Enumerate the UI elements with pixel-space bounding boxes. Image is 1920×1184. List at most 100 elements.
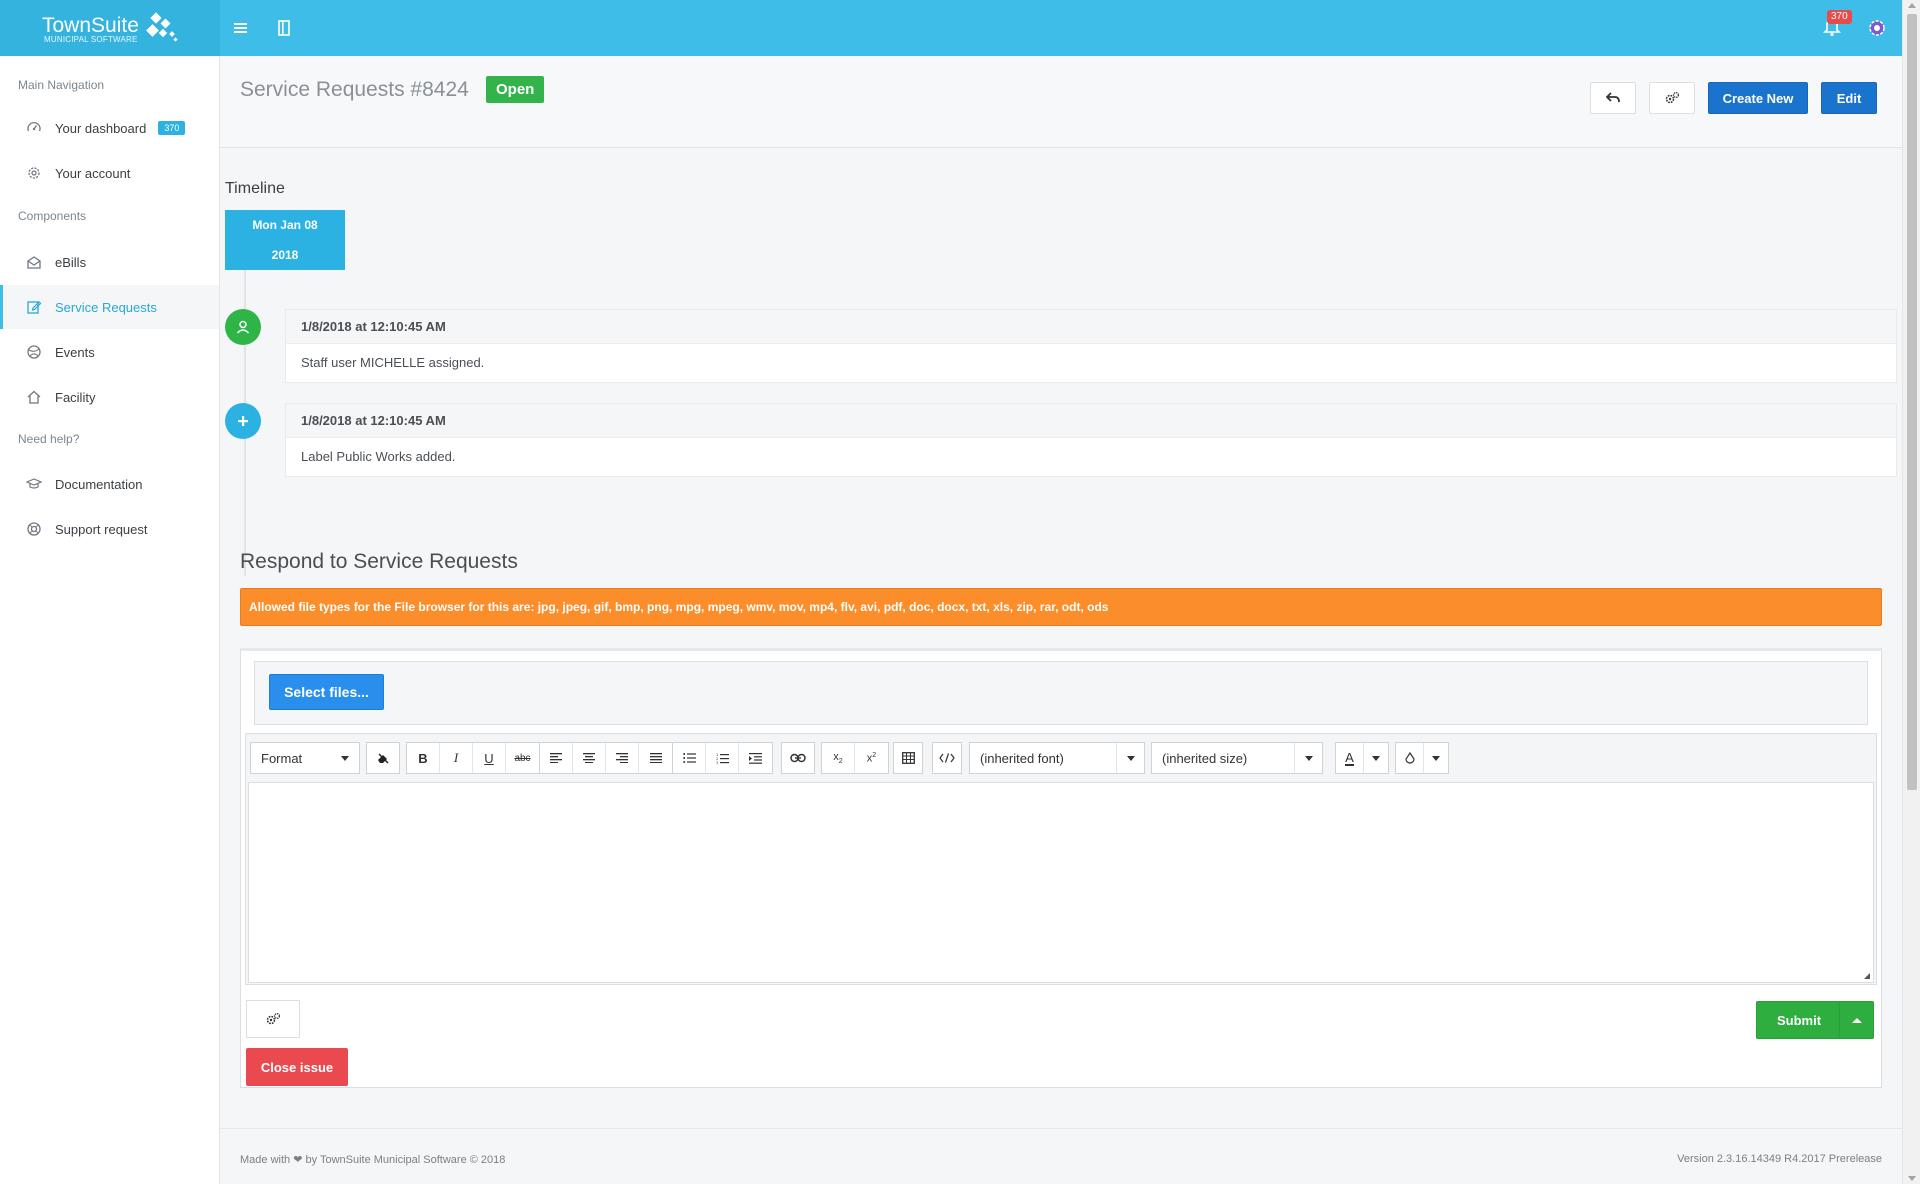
align-justify-icon[interactable] [639, 743, 672, 773]
create-new-button[interactable]: Create New [1708, 82, 1808, 114]
sidebar-item-documentation[interactable]: Documentation [0, 462, 219, 506]
resize-handle-icon[interactable] [1864, 973, 1870, 979]
hamburger-menu-icon[interactable] [233, 17, 249, 39]
timeline-date-line2: 2018 [271, 248, 299, 262]
page-scrollbar[interactable] [1902, 0, 1920, 1184]
sidebar-item-label: Service Requests [55, 299, 157, 315]
font-size-dropdown-label: (inherited size) [1162, 750, 1248, 766]
back-button[interactable] [1590, 82, 1636, 114]
superscript-icon[interactable]: x2 [855, 743, 888, 773]
bold-icon[interactable]: B [407, 743, 440, 773]
bulleted-list-icon[interactable] [673, 743, 706, 773]
dashboard-count-badge: 370 [158, 121, 186, 135]
font-color-icon[interactable]: A [1336, 743, 1364, 773]
timeline-entry-text: Label Public Works added. [301, 449, 456, 464]
timeline-entry-time: 1/8/2018 at 12:10:45 AM [286, 310, 1896, 344]
italic-icon[interactable]: I [440, 743, 473, 773]
view-html-button[interactable] [932, 742, 962, 774]
reply-arrow-icon [1606, 92, 1620, 103]
clear-formatting-button[interactable] [366, 742, 400, 774]
timeline-dot-user [225, 309, 261, 345]
paint-drop-icon[interactable] [1396, 743, 1424, 773]
sidebar-item-ebills[interactable]: eBills [0, 240, 219, 284]
sidebar-item-support[interactable]: Support request [0, 507, 219, 551]
insert-link-button[interactable] [781, 742, 815, 774]
numbered-list-icon[interactable]: 123 [706, 743, 739, 773]
timeline-entry: 1/8/2018 at 12:10:45 AM Staff user MICHE… [285, 309, 1897, 383]
cogs-icon [266, 1012, 281, 1025]
submit-button-group: Submit [1756, 1001, 1874, 1039]
page-title: Service Requests #8424 [240, 78, 469, 101]
status-badge: Open [486, 76, 545, 103]
respond-title: Respond to Service Requests [240, 550, 518, 573]
main-content: Service Requests #8424 Open Create New E… [220, 56, 1902, 1184]
strikethrough-icon[interactable]: abc [506, 743, 539, 773]
timeline-date-box: Mon Jan 08 2018 [225, 210, 345, 270]
nav-heading-main: Main Navigation [18, 78, 105, 92]
scroll-up-arrow[interactable] [1908, 3, 1916, 8]
sidebar-item-label: eBills [55, 254, 87, 270]
options-button[interactable] [246, 1000, 300, 1038]
sidebar-item-facility[interactable]: Facility [0, 375, 219, 419]
submit-button[interactable]: Submit [1757, 1002, 1841, 1038]
list-group: 123 [672, 742, 773, 774]
sidebar-item-label: Your dashboard [55, 120, 147, 136]
sidebar-toggle-icon[interactable] [276, 17, 292, 39]
settings-gear-icon[interactable] [1866, 17, 1888, 39]
caret-up-icon [1851, 1017, 1862, 1023]
sidebar-item-label: Support request [55, 521, 148, 537]
file-upload-zone[interactable]: Select files... [254, 661, 1868, 725]
submit-dropdown-toggle[interactable] [1839, 1002, 1873, 1038]
edit-icon [26, 299, 42, 315]
settings-button[interactable] [1649, 82, 1695, 114]
chevron-down-icon[interactable] [1364, 743, 1388, 773]
globe-icon [26, 344, 42, 360]
page-header: Service Requests #8424 Open Create New E… [220, 56, 1902, 148]
close-issue-button[interactable]: Close issue [246, 1048, 348, 1086]
allowed-file-types-alert: Allowed file types for the File browser … [240, 588, 1882, 626]
edit-button[interactable]: Edit [1821, 82, 1877, 114]
chevron-down-icon [1116, 743, 1144, 773]
graduation-cap-icon [26, 476, 42, 492]
font-family-dropdown[interactable]: (inherited font) [969, 742, 1145, 774]
footer-made-with: Made with [240, 1154, 291, 1166]
sidebar-item-dashboard[interactable]: Your dashboard 370 [0, 106, 219, 150]
footer-credit: Made with ❤ by TownSuite Municipal Softw… [240, 1153, 505, 1166]
brand-mark-icon [146, 12, 178, 42]
brand-logo[interactable]: TownSuite MUNICIPAL SOFTWARE [0, 0, 220, 56]
format-dropdown-label: Format [261, 750, 303, 766]
insert-table-button[interactable] [893, 742, 923, 774]
chevron-down-icon [1294, 743, 1322, 773]
timeline-dot-plus [225, 403, 261, 439]
sidebar-item-events[interactable]: Events [0, 330, 219, 374]
sidebar-item-service-requests[interactable]: Service Requests [0, 285, 219, 329]
nav-heading-help: Need help? [18, 432, 80, 446]
timeline-date-line1: Mon Jan 08 [252, 218, 318, 232]
font-size-dropdown[interactable]: (inherited size) [1151, 742, 1323, 774]
chevron-down-icon [331, 743, 359, 773]
lifebuoy-icon [26, 521, 42, 537]
footer-by-text: by TownSuite Municipal Software © 2018 [305, 1154, 506, 1166]
link-icon [790, 753, 806, 763]
eraser-icon [378, 753, 389, 764]
scroll-down-arrow[interactable] [1908, 1176, 1916, 1181]
align-center-icon[interactable] [573, 743, 606, 773]
subscript-icon[interactable]: x2 [822, 743, 855, 773]
scroll-thumb[interactable] [1907, 14, 1917, 790]
align-right-icon[interactable] [606, 743, 639, 773]
editor-text-area[interactable] [248, 782, 1874, 983]
table-icon [901, 752, 915, 764]
format-dropdown[interactable]: Format [250, 742, 360, 774]
nav-heading-components: Components [18, 209, 87, 223]
underline-icon[interactable]: U [473, 743, 506, 773]
home-icon [26, 389, 42, 405]
font-color-group: A [1335, 742, 1389, 774]
code-icon [939, 753, 955, 763]
sidebar-item-account[interactable]: Your account [0, 151, 219, 195]
align-left-icon[interactable] [540, 743, 573, 773]
select-files-button[interactable]: Select files... [269, 674, 384, 710]
sidebar-item-label: Events [55, 344, 95, 360]
sidebar: Main Navigation Your dashboard 370 Your … [0, 56, 220, 1184]
chevron-down-icon[interactable] [1424, 743, 1448, 773]
indent-icon[interactable] [739, 743, 772, 773]
